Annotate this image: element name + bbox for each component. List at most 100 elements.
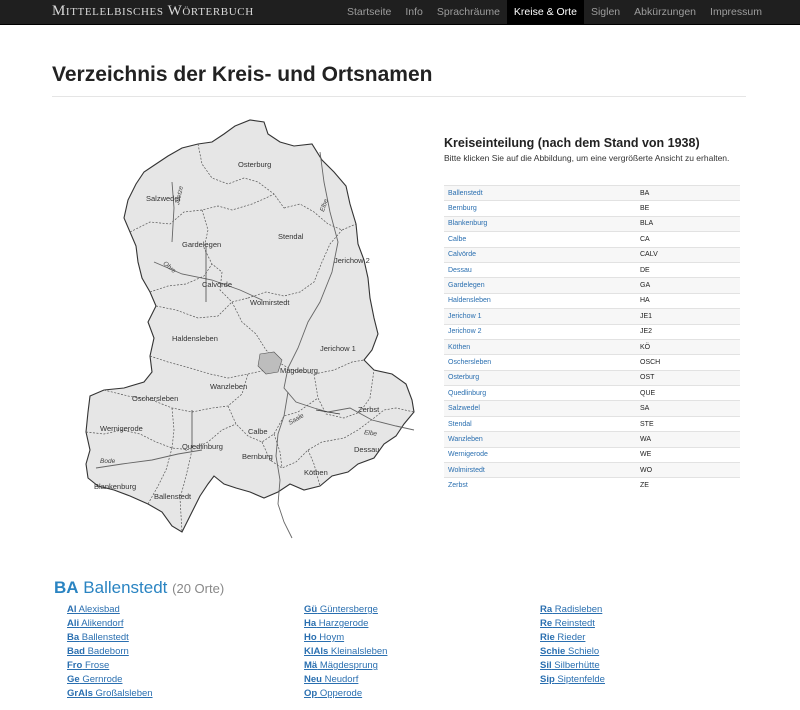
kreis-link[interactable]: Salzwedel [444, 400, 636, 417]
kreis-link[interactable]: Jerichow 1 [444, 308, 636, 325]
ort-link[interactable]: Fro Frose [67, 659, 153, 673]
ort-abbreviation: Ge [67, 674, 80, 685]
kreis-map-image[interactable]: Osterburg Salzwedel Gardelegen Stendal Jeric… [52, 112, 422, 542]
ort-abbreviation: Ha [304, 618, 317, 629]
ort-abbreviation: Fro [67, 660, 83, 671]
kreis-link[interactable]: Zerbst [444, 477, 636, 494]
ort-name: Mägdesprung [317, 660, 378, 671]
kreis-link[interactable]: Wanzleben [444, 431, 636, 448]
ort-link[interactable]: Rie Rieder [540, 631, 605, 645]
kreis-link[interactable]: Calvörde [444, 246, 636, 263]
ort-link[interactable]: GrAls Großalsleben [67, 687, 153, 701]
kreis-code: BA [54, 578, 79, 597]
kreis-link[interactable]: Quedlinburg [444, 385, 636, 401]
kreis-link[interactable]: Blankenburg [444, 215, 636, 232]
river-label-bode: Bode [100, 458, 116, 465]
table-row: Salzwedel SA [444, 400, 740, 417]
ort-name: Gernrode [79, 674, 123, 685]
kreis-abbreviation: WA [636, 431, 740, 448]
kreis-link[interactable]: Wernigerode [444, 446, 636, 463]
kreis-abbreviation: WO [636, 462, 740, 478]
ort-abbreviation: GrAls [67, 688, 93, 699]
map-label-osterburg: Osterburg [238, 160, 272, 169]
table-row: Jerichow 2 JE2 [444, 323, 740, 340]
nav-item-sprachräume[interactable]: Sprachräume [430, 0, 507, 25]
ort-name: Opperode [317, 688, 363, 699]
ort-link[interactable]: Bad Badeborn [67, 645, 153, 659]
ort-abbreviation: Ho [304, 632, 317, 643]
ort-name: Siptenfelde [554, 674, 605, 685]
ort-link[interactable]: Ha Harzgerode [304, 617, 387, 631]
map-region-outline [85, 119, 415, 533]
nav-item-kreise-orte[interactable]: Kreise & Orte [506, 0, 584, 25]
orte-column: Gü Güntersberge Ha Harzgerode Ho Hoym KlAls… [304, 603, 387, 701]
kreis-name: Ballenstedt [83, 578, 168, 597]
ort-link[interactable]: Schie Schielo [540, 645, 605, 659]
kreis-link[interactable]: Haldensleben [444, 292, 636, 309]
kreis-abbreviation: GA [636, 277, 740, 294]
ort-link[interactable]: Sil Silberhütte [540, 659, 605, 673]
map-label-köthen: Köthen [304, 468, 328, 477]
ort-link[interactable]: Al Alexisbad [67, 603, 153, 617]
kreis-abbreviation: JE1 [636, 308, 740, 325]
kreis-link[interactable]: Stendal [444, 415, 636, 432]
ort-abbreviation: Ra [540, 604, 553, 615]
ort-link[interactable]: Gü Güntersberge [304, 603, 387, 617]
kreis-link[interactable]: Jerichow 2 [444, 323, 636, 340]
ort-abbreviation: Rie [540, 632, 555, 643]
table-row: Bernburg BE [444, 200, 740, 217]
kreis-link[interactable]: Bernburg [444, 200, 636, 217]
ort-link[interactable]: Neu Neudorf [304, 673, 387, 687]
map-label-wanzleben: Wanzleben [210, 382, 248, 391]
table-row: Zerbst ZE [444, 477, 740, 494]
kreis-link[interactable]: Ballenstedt [444, 184, 636, 201]
ort-link[interactable]: Op Opperode [304, 687, 387, 701]
nav-item-siglen[interactable]: Siglen [584, 0, 627, 25]
table-row: Oschersleben OSCH [444, 354, 740, 371]
ort-link[interactable]: Mä Mägdesprung [304, 659, 387, 673]
site-brand[interactable]: Mittelelbisches Wörterbuch [52, 3, 254, 20]
kreis-map-svg[interactable] [52, 112, 422, 542]
ort-link[interactable]: Ba Ballenstedt [67, 631, 153, 645]
ort-link[interactable]: KlAls Kleinalsleben [304, 645, 387, 659]
table-row: Ballenstedt BA [444, 184, 740, 201]
kreis-abbreviation: BE [636, 200, 740, 217]
table-row: Blankenburg BLA [444, 215, 740, 232]
table-row: Jerichow 1 JE1 [444, 308, 740, 325]
kreis-link[interactable]: Köthen [444, 338, 636, 355]
table-row: Stendal STE [444, 415, 740, 432]
kreis-link[interactable]: Calbe [444, 231, 636, 248]
ort-name: Großalsleben [92, 688, 153, 699]
ort-link[interactable]: Sip Siptenfelde [540, 673, 605, 687]
ort-link[interactable]: Ra Radisleben [540, 603, 605, 617]
nav-item-info[interactable]: Info [398, 0, 430, 25]
kreis-link[interactable]: Oschersleben [444, 354, 636, 371]
ort-link[interactable]: Ge Gernrode [67, 673, 153, 687]
map-label-quedlinburg: Quedlinburg [182, 442, 223, 451]
kreis-link[interactable]: Gardelegen [444, 277, 636, 294]
table-row: Osterburg OST [444, 369, 740, 386]
ort-name: Radisleben [552, 604, 603, 615]
map-label-zerbst: Zerbst [358, 405, 380, 414]
nav-item-impressum[interactable]: Impressum [703, 0, 769, 25]
ort-link[interactable]: Ali Alikendorf [67, 617, 153, 631]
ort-link[interactable]: Re Reinstedt [540, 617, 605, 631]
nav-item-abkürzungen[interactable]: Abkürzungen [627, 0, 703, 25]
kreis-link[interactable]: Dessau [444, 261, 636, 278]
ort-link[interactable]: Ho Hoym [304, 631, 387, 645]
ort-abbreviation: Sil [540, 660, 552, 671]
map-label-bernburg: Bernburg [242, 452, 273, 461]
map-label-haldensleben: Haldensleben [172, 334, 218, 343]
title-divider [52, 96, 746, 97]
kreis-section-heading: BA Ballenstedt (20 Orte) [54, 578, 224, 598]
ort-name: Reinstedt [552, 618, 595, 629]
kreis-link[interactable]: Osterburg [444, 369, 636, 386]
table-row: Wolmirstedt WO [444, 462, 740, 478]
table-row: Calvörde CALV [444, 246, 740, 263]
ort-name: Rieder [554, 632, 586, 643]
kreis-link[interactable]: Wolmirstedt [444, 462, 636, 478]
table-row: Gardelegen GA [444, 277, 740, 294]
nav-item-startseite[interactable]: Startseite [340, 0, 398, 25]
table-row: Wernigerode WE [444, 446, 740, 463]
kreis-abbreviation: HA [636, 292, 740, 309]
